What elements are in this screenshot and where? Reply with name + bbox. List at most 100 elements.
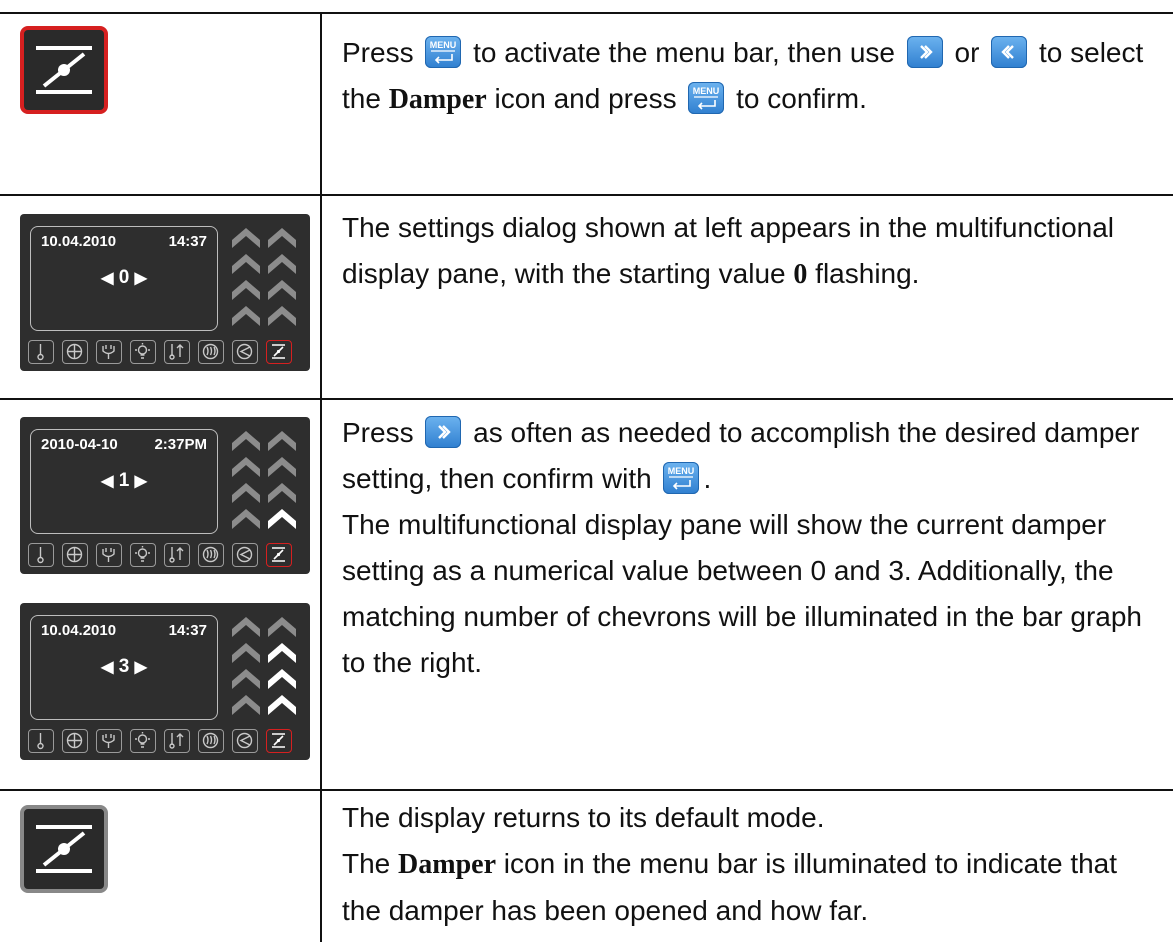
damper-icon-active: [20, 26, 108, 114]
chevron: [232, 695, 260, 715]
fan-icon: [62, 543, 88, 567]
step-paragraph: The display returns to its default mode.: [342, 795, 1162, 841]
row-divider: [0, 789, 1173, 791]
damper-icon: [266, 340, 292, 364]
prev-key-icon: [991, 35, 1028, 68]
thermometer-icon: [28, 340, 54, 364]
setting-value: 1: [118, 470, 130, 491]
lamp-icon: [130, 340, 156, 364]
step-text: The settings dialog shown at left appear…: [342, 205, 1162, 298]
step-paragraph: Press MENU to activate the menu bar, the…: [342, 30, 1162, 123]
defrost-icon: [232, 340, 258, 364]
text-run: flashing.: [807, 258, 920, 289]
heat-coil-icon: [198, 340, 224, 364]
heat-coil-icon: [198, 729, 224, 753]
damper-icon: [266, 543, 292, 567]
chevron: [232, 431, 260, 451]
lamp-icon: [130, 543, 156, 567]
bold-term: Damper: [398, 849, 497, 880]
display-time: 14:37: [168, 622, 207, 639]
display-value: ◀ 3 ▶: [101, 656, 147, 677]
chevron: [232, 643, 260, 663]
damper-icon-default: [20, 805, 108, 893]
text-run: icon and press: [486, 83, 685, 114]
menu-key-label: MENU: [693, 86, 720, 96]
bold-term: Damper: [388, 84, 487, 115]
text-run: as often as needed to accomplish the des…: [342, 417, 1140, 494]
chevron: [268, 617, 296, 637]
chevron: [268, 228, 296, 248]
chevron: [268, 669, 296, 689]
damper-icon: [266, 729, 292, 753]
chevron-bar-graph: [232, 431, 296, 529]
chevron: [232, 254, 260, 274]
chevron: [268, 643, 296, 663]
damper-glyph-icon: [36, 46, 92, 94]
chevron: [268, 254, 296, 274]
display-screen: 10.04.2010 14:37 ◀ 3 ▶: [30, 615, 218, 720]
column-divider: [320, 12, 322, 942]
step-text: The display returns to its default mode.…: [342, 795, 1162, 934]
menu-key-icon: MENU: [688, 81, 725, 114]
chevron: [232, 457, 260, 477]
menu-key-icon: MENU: [663, 461, 700, 494]
text-run: or: [946, 37, 988, 68]
instruction-table: 10.04.2010 14:37 ◀ 0 ▶ 2010-04-10 2:37PM ◀ 1…: [0, 0, 1173, 942]
defrost-icon: [232, 543, 258, 567]
chevron: [232, 483, 260, 503]
chevron: [268, 280, 296, 300]
step-paragraph: Press as often as needed to accomplish t…: [342, 410, 1162, 502]
chevron: [268, 306, 296, 326]
temp-rise-icon: [164, 340, 190, 364]
step-text: Press as often as needed to accomplish t…: [342, 410, 1162, 686]
step-paragraph: The multifunctional display pane will sh…: [342, 502, 1162, 686]
thermometer-icon: [28, 543, 54, 567]
text-run: The display returns to its default mode.: [342, 802, 825, 833]
plug-icon: [96, 543, 122, 567]
chevron: [232, 617, 260, 637]
chevron-bar-graph: [232, 228, 296, 326]
display-value: ◀ 0 ▶: [101, 267, 147, 288]
damper-glyph-icon: [36, 825, 92, 873]
display-screen: 10.04.2010 14:37 ◀ 0 ▶: [30, 226, 218, 331]
chevron: [268, 695, 296, 715]
plug-icon: [96, 340, 122, 364]
display-date: 10.04.2010: [41, 233, 117, 250]
step-text: Press MENU to activate the menu bar, the…: [342, 30, 1162, 123]
menu-bar: [24, 541, 306, 569]
device-display-panel: 10.04.2010 14:37 ◀ 0 ▶: [20, 214, 310, 371]
text-run: The: [342, 848, 399, 879]
chevron: [232, 509, 260, 529]
chevron: [232, 228, 260, 248]
text-run: Press: [342, 417, 422, 448]
text-run: .: [703, 463, 712, 494]
thermometer-icon: [28, 729, 54, 753]
chevron-bar-graph: [232, 617, 296, 715]
heat-coil-icon: [198, 543, 224, 567]
row-divider: [0, 398, 1173, 400]
menu-key-label: MENU: [668, 466, 695, 476]
step-paragraph: The Damper icon in the menu bar is illum…: [342, 841, 1162, 934]
display-time: 14:37: [168, 233, 207, 250]
display-date: 10.04.2010: [41, 622, 117, 639]
display-screen: 2010-04-10 2:37PM ◀ 1 ▶: [30, 429, 218, 534]
fan-icon: [62, 340, 88, 364]
bold-term: 0: [793, 259, 808, 290]
setting-value: 0: [118, 267, 130, 288]
text-run: The settings dialog shown at left appear…: [342, 212, 1115, 289]
menu-key-label: MENU: [430, 40, 457, 50]
step-paragraph: The settings dialog shown at left appear…: [342, 205, 1162, 298]
chevron: [232, 669, 260, 689]
next-key-icon: [425, 415, 462, 448]
temp-rise-icon: [164, 543, 190, 567]
chevron: [268, 431, 296, 451]
text-run: The multifunctional display pane will sh…: [342, 509, 1142, 678]
display-time: 2:37PM: [154, 436, 207, 453]
setting-value: 3: [118, 656, 130, 677]
device-display-panel: 10.04.2010 14:37 ◀ 3 ▶: [20, 603, 310, 760]
menu-bar: [24, 727, 306, 755]
fan-icon: [62, 729, 88, 753]
device-display-panel: 2010-04-10 2:37PM ◀ 1 ▶: [20, 417, 310, 574]
table-border-top: [0, 12, 1173, 14]
menu-bar: [24, 338, 306, 366]
